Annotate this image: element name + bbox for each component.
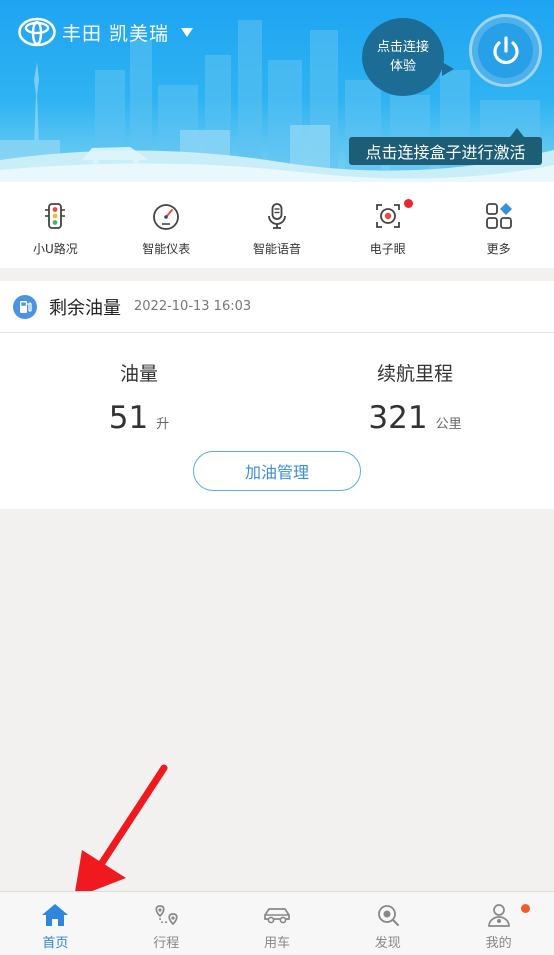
tab-discover[interactable]: 发现 — [332, 892, 443, 955]
microphone-icon — [268, 203, 286, 229]
quick-menu-label: 更多 — [486, 242, 511, 256]
fuel-level-value: 51 — [108, 400, 149, 436]
power-button[interactable] — [469, 14, 542, 87]
tab-label: 我的 — [485, 936, 512, 951]
vehicle-selector[interactable]: 丰田 凯美瑞 — [18, 16, 194, 48]
fuel-card: 剩余油量 2022-10-13 16:03 油量 51 升 续航里程 321 公… — [0, 281, 554, 509]
quick-menu-dashboard[interactable]: 智能仪表 — [111, 182, 222, 268]
range-value: 321 — [368, 400, 428, 436]
fuel-level-unit: 升 — [156, 417, 170, 432]
quick-menu-label: 电子眼 — [369, 242, 406, 256]
car-icon — [264, 908, 290, 924]
tab-label: 用车 — [263, 936, 290, 951]
quick-menu: 小U路况 智能仪表 智能语音 电子眼 更多 — [0, 182, 554, 268]
profile-notification-dot — [521, 904, 531, 913]
profile-icon — [487, 904, 510, 927]
power-icon — [492, 35, 519, 64]
quick-menu-label: 小U路况 — [33, 242, 78, 256]
fuel-level-label: 油量 — [119, 363, 158, 385]
tab-label: 发现 — [374, 936, 401, 951]
red-pointer-arrow — [74, 764, 168, 898]
header-banner: 丰田 凯美瑞 点击连接 体验 点击连接盒子进行激活 — [0, 0, 554, 182]
fuel-pump-icon — [13, 294, 37, 319]
range-metric: 续航里程 321 公里 — [315, 333, 515, 436]
range-label: 续航里程 — [376, 363, 453, 385]
connect-bubble-line1: 点击连接 — [376, 40, 429, 55]
tab-trips[interactable]: 行程 — [111, 892, 222, 955]
connect-bubble-line2: 体验 — [389, 59, 416, 74]
fuel-metrics: 油量 51 升 续航里程 321 公里 加油管理 — [0, 333, 554, 508]
bottom-tab-bar: 首页 行程 用车 发现 我的 — [0, 891, 554, 955]
refuel-management-button[interactable]: 加油管理 — [193, 451, 361, 491]
quick-menu-camera[interactable]: 电子眼 — [332, 182, 443, 268]
camera-notification-dot — [404, 199, 414, 208]
more-grid-icon — [485, 203, 512, 229]
route-icon — [155, 905, 178, 926]
quick-menu-label: 智能仪表 — [142, 242, 191, 256]
activate-tooltip: 点击连接盒子进行激活 — [349, 128, 542, 165]
tab-label: 首页 — [42, 936, 69, 951]
quick-menu-label: 智能语音 — [252, 242, 301, 256]
fuel-update-time: 2022-10-13 16:03 — [134, 299, 252, 314]
vehicle-name: 丰田 凯美瑞 — [62, 22, 170, 45]
fuel-level-metric: 油量 51 升 — [39, 333, 239, 436]
connect-experience-bubble[interactable]: 点击连接 体验 — [362, 18, 454, 96]
tab-profile[interactable]: 我的 — [443, 892, 554, 955]
fuel-card-header: 剩余油量 2022-10-13 16:03 — [0, 281, 554, 333]
discover-icon — [377, 905, 399, 926]
range-unit: 公里 — [435, 417, 462, 432]
tab-home[interactable]: 首页 — [0, 892, 111, 955]
camera-icon — [375, 204, 400, 228]
home-icon — [42, 904, 69, 926]
tab-label: 行程 — [153, 936, 180, 951]
quick-menu-more[interactable]: 更多 — [443, 182, 554, 268]
quick-menu-voice[interactable]: 智能语音 — [222, 182, 333, 268]
toyota-logo-icon — [18, 17, 56, 47]
fuel-card-title: 剩余油量 — [49, 297, 121, 319]
dropdown-caret-icon — [181, 27, 194, 37]
tab-vehicle[interactable]: 用车 — [222, 892, 333, 955]
gauge-icon — [153, 204, 180, 230]
traffic-light-icon — [45, 203, 66, 229]
quick-menu-traffic[interactable]: 小U路况 — [0, 182, 111, 268]
